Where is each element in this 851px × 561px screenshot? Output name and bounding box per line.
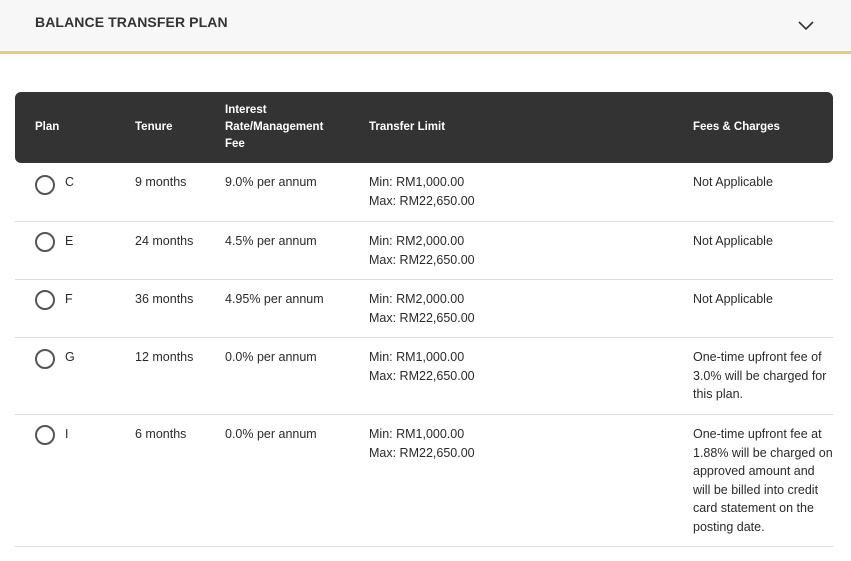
tenure: 12 months <box>135 350 194 364</box>
plan-radio-f[interactable] <box>35 290 55 310</box>
transfer-limit: Min: RM1,000.00 Max: RM22,650.00 <box>369 425 475 462</box>
interest-rate: 9.0% per annum <box>225 175 317 189</box>
limit-min: Min: RM1,000.00 <box>369 427 465 441</box>
interest-rate: 0.0% per annum <box>225 350 317 364</box>
header-rate-line1: Interest <box>225 104 267 116</box>
plan-name: I <box>65 427 69 441</box>
table-row[interactable]: C 9 months 9.0% per annum Min: RM1,000.0… <box>15 163 833 222</box>
tenure: 6 months <box>135 427 187 441</box>
interest-rate: 4.95% per annum <box>225 292 324 306</box>
fees-charges: Not Applicable <box>693 175 773 189</box>
transfer-limit: Min: RM1,000.00 Max: RM22,650.00 <box>369 173 475 210</box>
plan-radio-c[interactable] <box>35 175 55 195</box>
header-fees: Fees & Charges <box>693 121 780 133</box>
header-rate-line2: Rate/Management <box>225 121 324 133</box>
plan-radio-e[interactable] <box>35 232 55 252</box>
fees-charges: One-time upfront fee of 3.0% will be cha… <box>693 350 827 401</box>
limit-min: Min: RM2,000.00 <box>369 234 465 248</box>
limit-max: Max: RM22,650.00 <box>369 368 475 383</box>
header-transfer-limit: Transfer Limit <box>369 121 446 133</box>
header-rate: Interest Rate/Management Fee <box>225 102 323 153</box>
transfer-limit: Min: RM1,000.00 Max: RM22,650.00 <box>369 348 475 385</box>
plan-name: C <box>65 175 75 189</box>
limit-max: Max: RM22,650.00 <box>369 445 475 460</box>
table-row[interactable]: G 12 months 0.0% per annum Min: RM1,000.… <box>15 338 833 415</box>
tenure: 9 months <box>135 175 187 189</box>
fees-charges: Not Applicable <box>693 292 773 306</box>
header-rate-line3: Fee <box>225 138 245 150</box>
limit-max: Max: RM22,650.00 <box>369 193 475 208</box>
accordion-title: BALANCE TRANSFER PLAN <box>35 14 228 30</box>
plan-name: F <box>65 292 73 306</box>
table-row[interactable]: I 6 months 0.0% per annum Min: RM1,000.0… <box>15 415 833 547</box>
table-header: Plan Tenure Interest Rate/Management Fee… <box>15 92 833 163</box>
limit-max: Max: RM22,650.00 <box>369 252 475 267</box>
header-tenure: Tenure <box>135 121 173 133</box>
plan-radio-i[interactable] <box>35 425 55 445</box>
fees-charges: One-time upfront fee at 1.88% will be ch… <box>693 427 833 534</box>
plan-name: G <box>65 350 75 364</box>
limit-min: Min: RM1,000.00 <box>369 350 465 364</box>
interest-rate: 0.0% per annum <box>225 427 317 441</box>
table-row[interactable]: E 24 months 4.5% per annum Min: RM2,000.… <box>15 222 833 280</box>
plan-radio-g[interactable] <box>35 349 55 369</box>
limit-min: Min: RM1,000.00 <box>369 175 465 189</box>
table-row[interactable]: F 36 months 4.95% per annum Min: RM2,000… <box>15 280 833 338</box>
transfer-limit: Min: RM2,000.00 Max: RM22,650.00 <box>369 290 475 327</box>
accordion-header[interactable]: BALANCE TRANSFER PLAN <box>0 0 851 54</box>
limit-min: Min: RM2,000.00 <box>369 292 465 306</box>
transfer-limit: Min: RM2,000.00 Max: RM22,650.00 <box>369 232 475 269</box>
tenure: 24 months <box>135 234 194 248</box>
fees-charges: Not Applicable <box>693 234 773 248</box>
chevron-down-icon[interactable] <box>797 18 815 32</box>
interest-rate: 4.5% per annum <box>225 234 317 248</box>
limit-max: Max: RM22,650.00 <box>369 310 475 325</box>
header-plan: Plan <box>35 121 60 133</box>
plan-name: E <box>65 234 74 248</box>
tenure: 36 months <box>135 292 194 306</box>
